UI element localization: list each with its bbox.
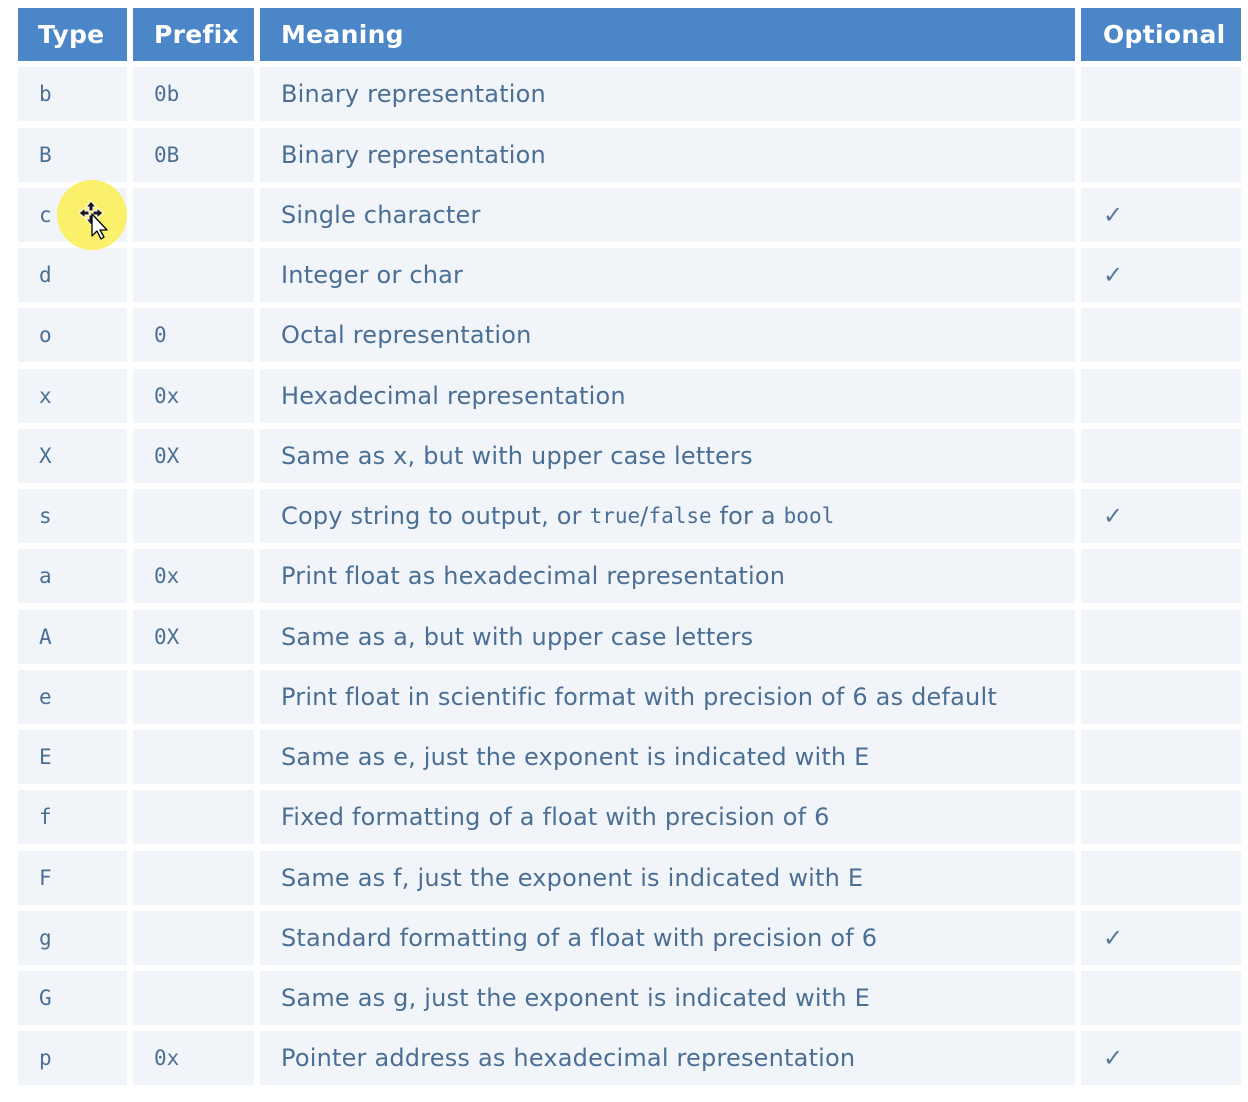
- meaning-cell: Same as a, but with upper case letters: [260, 609, 1075, 664]
- optional-cell: [1081, 67, 1241, 122]
- meaning-text: for a: [711, 502, 784, 530]
- type-cell: G: [18, 971, 127, 1025]
- optional-cell: [1081, 308, 1241, 363]
- header-optional: Optional: [1081, 8, 1241, 61]
- meaning-text: Print float in scientific format with pr…: [281, 682, 997, 711]
- meaning-cell: Hexadecimal representation: [260, 368, 1075, 423]
- meaning-cell: Octal representation: [260, 308, 1075, 363]
- meaning-text: Hexadecimal representation: [281, 381, 626, 410]
- prefix-cell: 0B: [133, 127, 254, 182]
- type-cell: b: [18, 67, 127, 122]
- code-keyword: true: [589, 504, 641, 528]
- meaning-text: Same as e, just the exponent is indicate…: [281, 743, 870, 771]
- prefix-cell: [133, 489, 254, 543]
- prefix-cell: [133, 187, 254, 242]
- meaning-cell: Single character: [260, 187, 1075, 242]
- type-cell: e: [18, 669, 127, 724]
- type-cell: A: [18, 609, 127, 664]
- type-cell: F: [18, 850, 127, 905]
- prefix-cell: 0: [133, 308, 254, 363]
- meaning-text: /: [640, 502, 649, 530]
- type-cell: p: [18, 1031, 127, 1086]
- type-cell: g: [18, 910, 127, 965]
- prefix-cell: 0X: [133, 609, 254, 664]
- meaning-cell: Copy string to output, or true / false for…: [260, 489, 1075, 543]
- meaning-text: Print float as hexadecimal representatio…: [281, 562, 786, 591]
- meaning-cell: Binary representation: [260, 67, 1075, 122]
- meaning-cell: Same as x, but with upper case letters: [260, 428, 1075, 483]
- meaning-text: Fixed formatting of a float with precisi…: [281, 803, 830, 832]
- optional-cell: [1081, 790, 1241, 845]
- optional-check-icon: ✓: [1081, 910, 1241, 965]
- optional-cell: [1081, 669, 1241, 724]
- prefix-cell: [133, 850, 254, 905]
- meaning-cell: Pointer address as hexadecimal represent…: [260, 1031, 1075, 1086]
- prefix-cell: [133, 790, 254, 845]
- optional-cell: [1081, 549, 1241, 604]
- meaning-text: Binary representation: [281, 80, 546, 109]
- meaning-cell: Print float as hexadecimal representatio…: [260, 549, 1075, 604]
- optional-cell: [1081, 428, 1241, 483]
- meaning-text: Single character: [281, 200, 481, 229]
- meaning-text: Binary representation: [281, 140, 546, 169]
- move-cursor-icon: [78, 200, 108, 240]
- meaning-text: Same as g, just the exponent is indicate…: [281, 984, 871, 1012]
- meaning-text: Same as f, just the exponent is indicate…: [281, 863, 864, 892]
- meaning-text: Copy string to output, or: [281, 502, 590, 530]
- meaning-cell: Same as f, just the exponent is indicate…: [260, 850, 1075, 905]
- optional-cell: [1081, 850, 1241, 905]
- type-cell: o: [18, 308, 127, 363]
- meaning-cell: Print float in scientific format with pr…: [260, 669, 1075, 724]
- code-keyword: bool: [783, 504, 835, 528]
- format-type-table: Type Prefix Meaning Optional b 0b Binary repre…: [18, 8, 1241, 1086]
- meaning-text: Octal representation: [281, 321, 532, 350]
- meaning-cell: Same as g, just the exponent is indicate…: [260, 971, 1075, 1025]
- type-cell: d: [18, 248, 127, 302]
- optional-check-icon: ✓: [1081, 489, 1241, 543]
- optional-check-icon: ✓: [1081, 187, 1241, 242]
- prefix-cell: [133, 971, 254, 1025]
- code-keyword: false: [648, 504, 712, 528]
- meaning-cell: Same as e, just the exponent is indicate…: [260, 730, 1075, 784]
- optional-check-icon: ✓: [1081, 248, 1241, 302]
- meaning-text: Same as a, but with upper case letters: [281, 622, 754, 651]
- optional-check-icon: ✓: [1081, 1031, 1241, 1086]
- prefix-cell: 0X: [133, 428, 254, 483]
- type-cell: a: [18, 549, 127, 604]
- prefix-cell: 0x: [133, 368, 254, 423]
- meaning-text: Pointer address as hexadecimal represent…: [281, 1044, 856, 1073]
- prefix-cell: 0b: [133, 67, 254, 122]
- optional-cell: [1081, 609, 1241, 664]
- optional-cell: [1081, 971, 1241, 1025]
- prefix-cell: [133, 248, 254, 302]
- optional-cell: [1081, 127, 1241, 182]
- prefix-cell: 0x: [133, 549, 254, 604]
- type-cell: f: [18, 790, 127, 845]
- type-cell: B: [18, 127, 127, 182]
- prefix-cell: [133, 669, 254, 724]
- type-cell: E: [18, 730, 127, 784]
- meaning-text: Standard formatting of a float with prec…: [281, 923, 878, 952]
- optional-cell: [1081, 368, 1241, 423]
- meaning-cell: Standard formatting of a float with prec…: [260, 910, 1075, 965]
- optional-cell: [1081, 730, 1241, 784]
- type-cell: s: [18, 489, 127, 543]
- header-meaning: Meaning: [260, 8, 1075, 61]
- prefix-cell: 0x: [133, 1031, 254, 1086]
- header-type: Type: [18, 8, 127, 61]
- prefix-cell: [133, 910, 254, 965]
- prefix-cell: [133, 730, 254, 784]
- meaning-cell: Integer or char: [260, 248, 1075, 302]
- meaning-text: Same as x, but with upper case letters: [281, 441, 753, 470]
- type-cell: x: [18, 368, 127, 423]
- meaning-cell: Fixed formatting of a float with precisi…: [260, 790, 1075, 845]
- meaning-cell: Binary representation: [260, 127, 1075, 182]
- header-prefix: Prefix: [133, 8, 254, 61]
- meaning-text: Integer or char: [281, 261, 464, 289]
- type-cell: X: [18, 428, 127, 483]
